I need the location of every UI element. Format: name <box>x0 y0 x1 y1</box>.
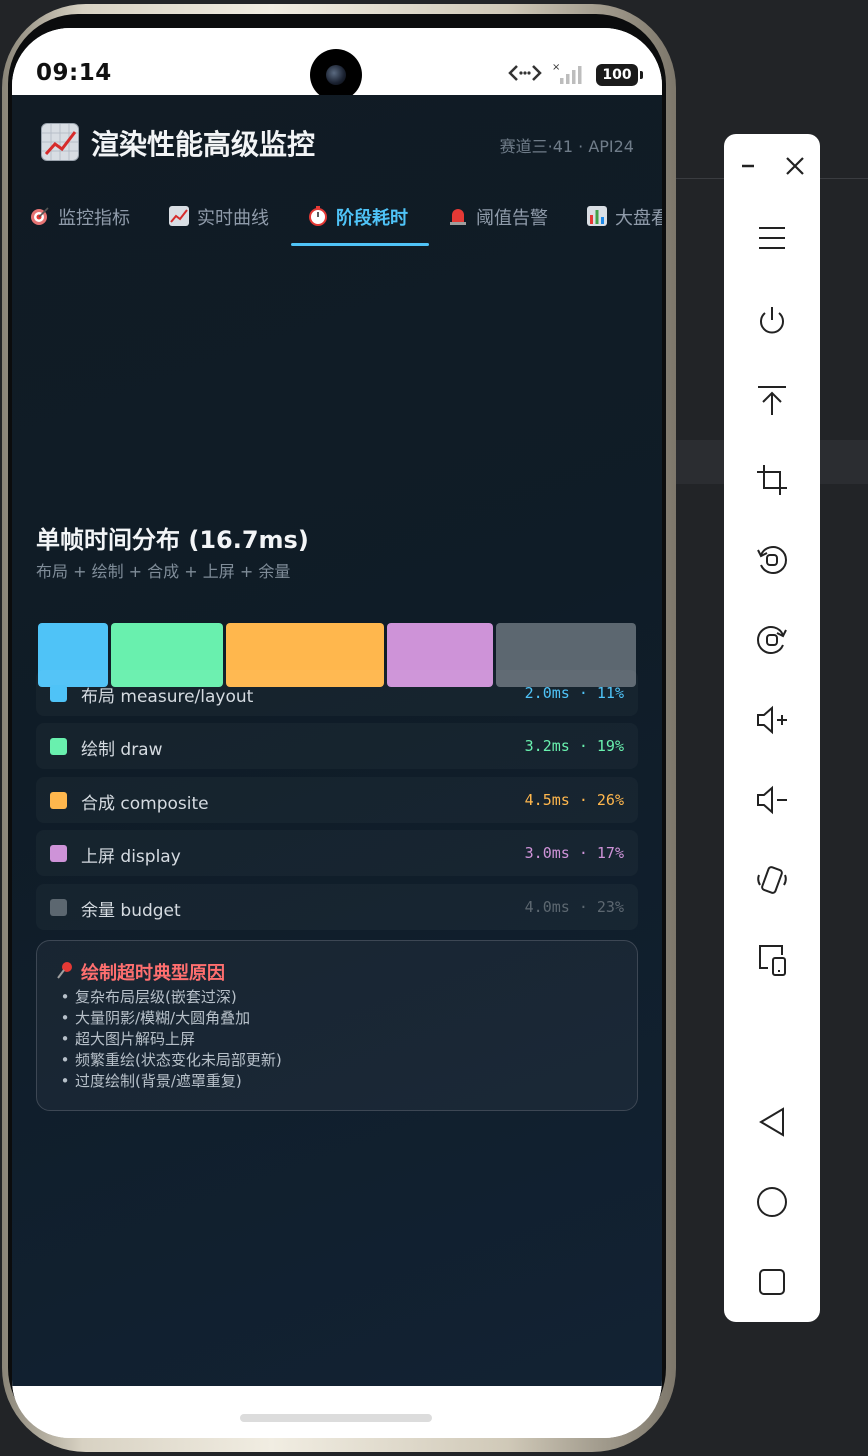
cause-item: 大量阴影/模糊/大圆角叠加 <box>55 1008 282 1029</box>
tab-bar: 监控指标 实时曲线 阶段耗时 阈值告警 大盘看 <box>12 190 662 246</box>
legend-swatch <box>50 685 67 702</box>
tab-label: 阈值告警 <box>476 208 548 229</box>
phone-screen: 09:14 × 100 渲染性能高级监控 赛道三·41 · API24 监控指标… <box>12 28 662 1438</box>
status-time: 09:14 <box>36 60 112 86</box>
legend-value: 2.0ms · 11% <box>524 684 624 702</box>
legend-swatch <box>50 792 67 809</box>
crop-icon[interactable] <box>748 456 796 504</box>
cause-item: 过度绘制(背景/遮罩重复) <box>55 1071 282 1092</box>
legend-row-draw: 绘制 draw 3.2ms · 19% <box>36 723 638 769</box>
bar-chart-icon <box>587 206 607 226</box>
tab-label: 阶段耗时 <box>336 208 408 229</box>
front-camera <box>310 49 362 101</box>
legend-row-layout: 布局 measure/layout 2.0ms · 11% <box>36 670 638 716</box>
multi-device-icon[interactable] <box>748 936 796 984</box>
app-subtitle: 赛道三·41 · API24 <box>499 137 634 156</box>
siren-icon <box>448 206 468 226</box>
tab-stage-timing[interactable]: 阶段耗时 <box>308 204 408 246</box>
tab-label: 大盘看板 <box>615 208 662 229</box>
legend-name: 上屏 display <box>81 847 181 867</box>
home-icon[interactable] <box>748 1178 796 1226</box>
minimize-icon[interactable] <box>732 142 766 190</box>
tab-realtime-curve[interactable]: 实时曲线 <box>169 204 269 246</box>
close-icon[interactable] <box>778 142 812 190</box>
app-container: 渲染性能高级监控 赛道三·41 · API24 监控指标 实时曲线 阶段耗时 阈… <box>12 95 662 1386</box>
legend-name: 布局 measure/layout <box>81 687 254 707</box>
tab-dashboard[interactable]: 大盘看板 <box>587 204 662 246</box>
app-title: 渲染性能高级监控 <box>91 128 316 161</box>
svg-text:×: × <box>552 62 560 73</box>
pin-top-icon[interactable] <box>748 376 796 424</box>
data-transfer-icon <box>508 62 542 88</box>
target-icon <box>30 206 50 226</box>
causes-title: 绘制超时典型原因 <box>55 959 225 985</box>
stopwatch-icon <box>308 206 328 226</box>
legend-value: 4.0ms · 23% <box>524 898 624 916</box>
cause-item: 复杂布局层级(嵌套过深) <box>55 987 282 1008</box>
tab-metrics[interactable]: 监控指标 <box>30 204 130 246</box>
battery-icon: 100 <box>596 64 643 86</box>
chart-icon <box>169 206 189 226</box>
legend-value: 3.2ms · 19% <box>524 737 624 755</box>
legend-swatch <box>50 899 67 916</box>
legend-name: 余量 budget <box>81 901 181 921</box>
tab-active-indicator <box>291 243 429 246</box>
cause-item: 频繁重绘(状态变化未局部更新) <box>55 1050 282 1071</box>
overview-icon[interactable] <box>748 1258 796 1306</box>
legend-name: 合成 composite <box>81 794 209 814</box>
status-icons: × 100 <box>508 61 643 89</box>
tab-label: 实时曲线 <box>197 208 269 229</box>
section-title: 单帧时间分布 (16.7ms) <box>36 526 309 554</box>
chart-trend-icon <box>41 123 79 161</box>
shake-icon[interactable] <box>748 856 796 904</box>
volume-up-icon[interactable] <box>748 696 796 744</box>
legend-value: 4.5ms · 26% <box>524 791 624 809</box>
home-indicator[interactable] <box>240 1414 432 1422</box>
section-subtitle: 布局 + 绘制 + 合成 + 上屏 + 余量 <box>36 562 291 581</box>
menu-icon[interactable] <box>748 214 796 262</box>
legend-row-composite: 合成 composite 4.5ms · 26% <box>36 777 638 823</box>
volume-down-icon[interactable] <box>748 776 796 824</box>
legend-swatch <box>50 738 67 755</box>
emulator-toolbar <box>724 134 820 1322</box>
tab-label: 监控指标 <box>58 208 130 229</box>
app-header: 渲染性能高级监控 赛道三·41 · API24 <box>12 95 662 190</box>
navigation-gesture-bar <box>12 1386 662 1438</box>
causes-title-text: 绘制超时典型原因 <box>81 963 225 984</box>
legend-swatch <box>50 845 67 862</box>
tab-threshold-alert[interactable]: 阈值告警 <box>448 204 548 246</box>
draw-timeout-causes-card: 绘制超时典型原因 复杂布局层级(嵌套过深) 大量阴影/模糊/大圆角叠加 超大图片… <box>36 940 638 1111</box>
legend-name: 绘制 draw <box>81 740 163 760</box>
rotate-right-icon[interactable] <box>748 616 796 664</box>
camera-lens <box>326 65 346 85</box>
pushpin-icon <box>55 960 75 985</box>
legend-row-display: 上屏 display 3.0ms · 17% <box>36 830 638 876</box>
back-icon[interactable] <box>748 1098 796 1146</box>
legend-value: 3.0ms · 17% <box>524 844 624 862</box>
causes-list: 复杂布局层级(嵌套过深) 大量阴影/模糊/大圆角叠加 超大图片解码上屏 频繁重绘… <box>55 987 282 1092</box>
status-bar: 09:14 × 100 <box>12 28 662 101</box>
signal-icon: × <box>552 61 586 89</box>
legend-row-budget: 余量 budget 4.0ms · 23% <box>36 884 638 930</box>
power-icon[interactable] <box>748 297 796 345</box>
rotate-left-icon[interactable] <box>748 536 796 584</box>
cause-item: 超大图片解码上屏 <box>55 1029 282 1050</box>
